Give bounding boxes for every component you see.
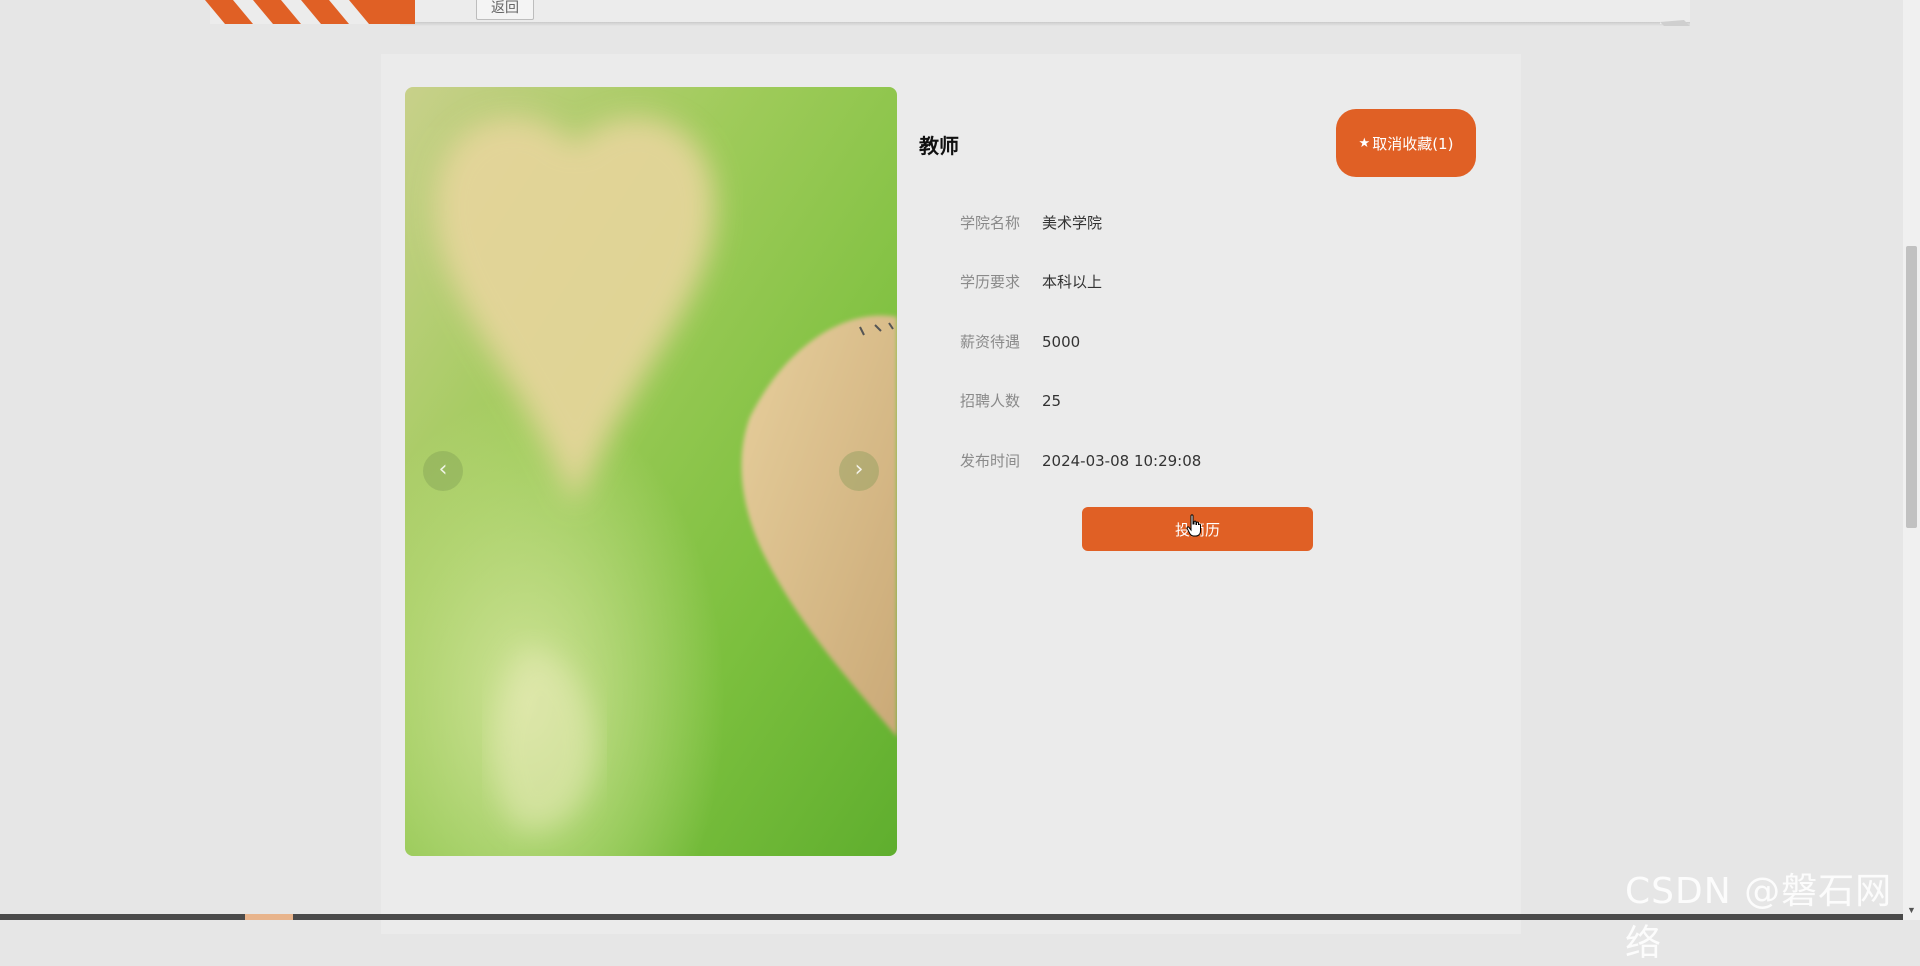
- banner-shadow: [400, 22, 1690, 26]
- footer-accent: [245, 914, 293, 920]
- star-icon: ★: [1358, 135, 1371, 151]
- unfavorite-button[interactable]: ★ 取消收藏(1): [1336, 109, 1476, 177]
- vertical-scrollbar[interactable]: ▼: [1903, 0, 1920, 920]
- carousel-next-button[interactable]: ›: [839, 451, 879, 491]
- info-value: 25: [1042, 392, 1062, 410]
- back-button[interactable]: 返回: [476, 0, 534, 20]
- unfavorite-label: 取消收藏(1): [1372, 134, 1454, 153]
- info-value: 本科以上: [1042, 273, 1103, 291]
- info-label: 发布时间: [959, 452, 1020, 470]
- info-value: 5000: [1042, 333, 1081, 351]
- carousel-image: [405, 87, 897, 856]
- info-label: 学历要求: [959, 273, 1020, 291]
- info-value: 2024-03-08 10:29:08: [1042, 452, 1202, 470]
- info-label: 学院名称: [959, 214, 1020, 232]
- job-title: 教师: [919, 134, 959, 158]
- info-label: 招聘人数: [959, 392, 1020, 410]
- banner-edge-decoration: [1660, 0, 1690, 26]
- top-banner: [210, 0, 1690, 24]
- banner-stripes-decoration: [205, 0, 415, 24]
- info-label: 薪资待遇: [959, 333, 1020, 351]
- hand-cursor-icon: [1186, 514, 1201, 537]
- info-value: 美术学院: [1042, 214, 1103, 232]
- image-carousel[interactable]: [405, 87, 897, 856]
- scrollbar-thumb[interactable]: [1906, 246, 1917, 528]
- carousel-prev-button[interactable]: ‹: [423, 451, 463, 491]
